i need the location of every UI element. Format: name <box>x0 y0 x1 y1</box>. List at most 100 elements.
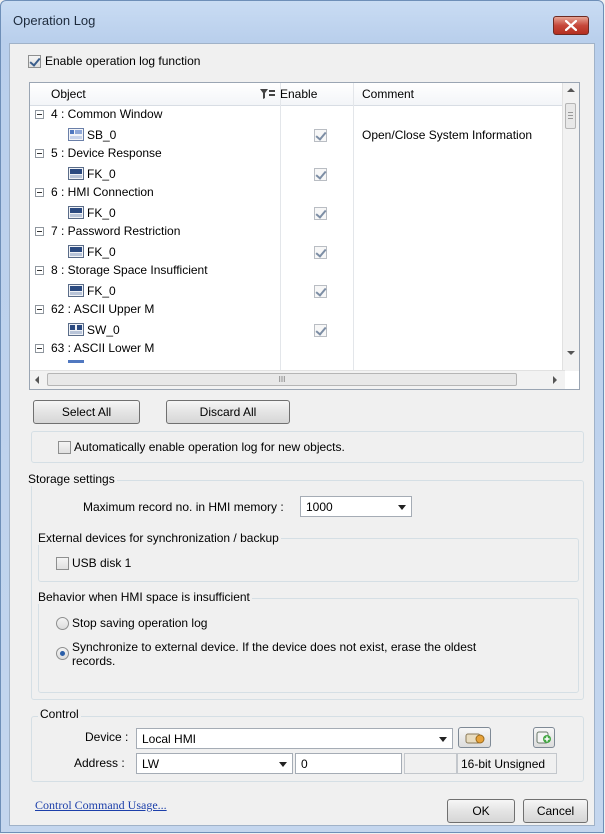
external-devices-legend: External devices for synchronization / b… <box>36 531 281 545</box>
behavior-legend: Behavior when HMI space is insufficient <box>36 590 252 604</box>
collapse-icon[interactable] <box>35 266 44 275</box>
collapse-icon[interactable] <box>35 227 44 236</box>
enable-checkbox[interactable] <box>314 128 327 142</box>
horizontal-scrollbar[interactable]: III <box>30 370 565 389</box>
control-legend: Control <box>38 707 81 721</box>
close-icon <box>565 20 577 31</box>
table-group-row[interactable]: 7 : Password Restriction <box>30 222 565 242</box>
scroll-right-icon[interactable] <box>553 376 557 384</box>
control-command-usage-link[interactable]: Control Command Usage... <box>35 798 167 813</box>
comment-cell[interactable]: Open/Close System Information <box>362 128 532 142</box>
device-label: Device : <box>85 730 129 744</box>
table-row[interactable]: SW_0 <box>30 320 565 340</box>
synchronize-label-line1: Synchronize to external device. If the d… <box>72 640 477 654</box>
group-label: 62 : ASCII Upper M <box>51 302 155 316</box>
column-header-enable[interactable]: Enable <box>280 87 317 101</box>
address-value: 0 <box>301 757 308 771</box>
usb-disk-checkbox[interactable] <box>56 557 69 570</box>
max-record-label: Maximum record no. in HMI memory : <box>83 500 284 514</box>
table-group-row[interactable]: 63 : ASCII Lower M <box>30 339 565 359</box>
synchronize-label-line2: records. <box>72 654 116 668</box>
enable-checkbox[interactable] <box>314 323 327 337</box>
storage-settings-legend: Storage settings <box>26 472 117 486</box>
table-body: 4 : Common Window SB_0 Open/Close System I… <box>30 105 565 371</box>
address-extra-field <box>404 753 457 774</box>
function-key-icon <box>68 205 84 219</box>
partial-row-icon <box>68 359 84 363</box>
group-label: 4 : Common Window <box>51 107 163 121</box>
collapse-icon[interactable] <box>35 149 44 158</box>
enable-checkbox[interactable] <box>314 206 327 220</box>
collapse-icon[interactable] <box>35 110 44 119</box>
function-key-icon <box>68 166 84 180</box>
enable-checkbox[interactable] <box>314 245 327 259</box>
address-label: Address : <box>74 756 125 770</box>
column-header-object[interactable]: Object <box>51 87 86 101</box>
object-name: SB_0 <box>87 127 117 142</box>
group-label: 5 : Device Response <box>51 146 162 160</box>
scroll-down-icon[interactable] <box>567 351 575 355</box>
max-record-dropdown[interactable]: 1000 <box>300 496 412 517</box>
filter-icon[interactable] <box>260 88 275 100</box>
scroll-left-icon[interactable] <box>35 376 39 384</box>
column-header-comment[interactable]: Comment <box>362 87 414 101</box>
system-button-icon <box>68 127 84 141</box>
collapse-icon[interactable] <box>35 344 44 353</box>
address-type-value: LW <box>142 757 160 771</box>
table-row[interactable]: SB_0 Open/Close System Information <box>30 125 565 145</box>
table-group-row[interactable]: 6 : HMI Connection <box>30 183 565 203</box>
auto-enable-label: Automatically enable operation log for n… <box>74 440 345 454</box>
vertical-scrollbar[interactable] <box>562 83 579 371</box>
group-label: 6 : HMI Connection <box>51 185 154 199</box>
data-format-value: 16-bit Unsigned <box>461 757 546 771</box>
table-row[interactable]: FK_0 <box>30 203 565 223</box>
collapse-icon[interactable] <box>35 188 44 197</box>
table-group-row[interactable]: 8 : Storage Space Insufficient <box>30 261 565 281</box>
window-title: Operation Log <box>13 13 96 28</box>
close-button[interactable] <box>553 16 589 35</box>
table-row[interactable]: FK_0 <box>30 242 565 262</box>
add-device-icon <box>536 731 551 744</box>
scroll-up-icon[interactable] <box>567 88 575 92</box>
object-name: FK_0 <box>87 205 116 220</box>
enable-checkbox[interactable] <box>314 284 327 298</box>
table-row[interactable]: FK_0 <box>30 164 565 184</box>
discard-all-button[interactable]: Discard All <box>166 400 290 424</box>
device-settings-icon <box>465 733 485 744</box>
stop-saving-radio[interactable] <box>56 617 69 630</box>
ok-button[interactable]: OK <box>447 799 515 823</box>
device-dropdown[interactable]: Local HMI <box>136 728 453 749</box>
horizontal-scroll-thumb[interactable]: III <box>47 373 517 386</box>
function-key-icon <box>68 283 84 297</box>
cancel-button[interactable]: Cancel <box>523 799 588 823</box>
vertical-scroll-thumb[interactable] <box>565 103 576 129</box>
enable-checkbox[interactable] <box>314 167 327 181</box>
table-group-row[interactable]: 62 : ASCII Upper M <box>30 300 565 320</box>
object-name: FK_0 <box>87 166 116 181</box>
new-device-button[interactable] <box>533 727 555 748</box>
table-group-row[interactable]: 5 : Device Response <box>30 144 565 164</box>
group-label: 63 : ASCII Lower M <box>51 341 155 355</box>
address-type-dropdown[interactable]: LW <box>136 753 293 774</box>
title-bar[interactable]: Operation Log <box>1 1 603 43</box>
select-all-button[interactable]: Select All <box>33 400 140 424</box>
enable-log-checkbox[interactable] <box>28 55 41 68</box>
operation-log-dialog: Operation Log Enable operation log funct… <box>0 0 604 833</box>
collapse-icon[interactable] <box>35 305 44 314</box>
dialog-client: Enable operation log function Object Ena… <box>9 43 595 826</box>
device-value: Local HMI <box>142 732 197 746</box>
device-settings-button[interactable] <box>458 727 491 748</box>
object-name: FK_0 <box>87 283 116 298</box>
table-header: Object Enable Comment <box>30 83 565 106</box>
max-record-value: 1000 <box>306 500 333 514</box>
object-name: FK_0 <box>87 244 116 259</box>
address-input[interactable]: 0 <box>295 753 402 774</box>
synchronize-radio[interactable] <box>56 647 69 660</box>
object-name: SW_0 <box>87 322 120 337</box>
group-label: 7 : Password Restriction <box>51 224 181 238</box>
table-row[interactable]: FK_0 <box>30 281 565 301</box>
enable-log-label: Enable operation log function <box>45 54 201 68</box>
group-label: 8 : Storage Space Insufficient <box>51 263 208 277</box>
table-group-row[interactable]: 4 : Common Window <box>30 105 565 125</box>
auto-enable-checkbox[interactable] <box>58 441 71 454</box>
